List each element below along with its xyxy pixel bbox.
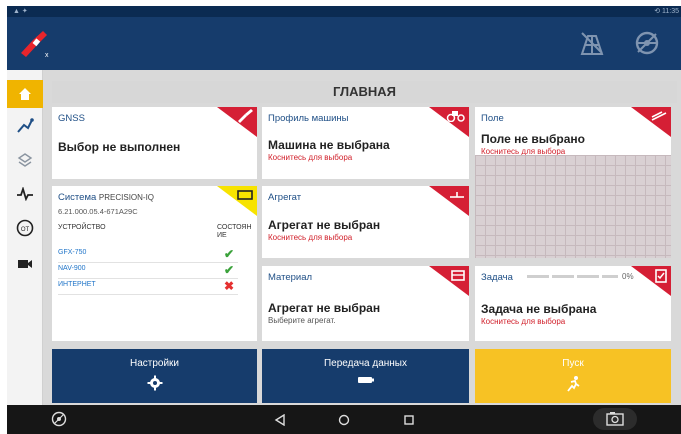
machine-status: Машина не выбрана <box>268 138 390 152</box>
system-name: PRECISION-IQ <box>98 193 155 202</box>
back-icon[interactable] <box>274 413 286 431</box>
status-left: ▲ ✦ <box>13 8 28 15</box>
page-title: ГЛАВНАЯ <box>52 81 677 103</box>
state-column-header: СОСТОЯН ИЕ <box>217 224 252 240</box>
gnss-card[interactable]: GNSS Выбор не выполнен <box>52 107 257 179</box>
svg-text:OT: OT <box>21 227 30 233</box>
implement-status: Агрегат не выбран <box>268 218 381 232</box>
usb-drive-icon <box>262 375 469 385</box>
settings-button[interactable]: Настройки <box>52 349 257 403</box>
device-row: ИНТЕРНЕТ ✖ <box>58 279 238 295</box>
field-icon[interactable] <box>579 30 605 61</box>
device-name: NAV-900 <box>58 265 86 272</box>
status-bar: ▲ ✦ ⟲ 11:35 <box>7 6 681 17</box>
device-row: GFX-750 ✔ <box>58 247 238 263</box>
run-icon <box>475 375 671 393</box>
material-header: Материал <box>268 272 313 283</box>
field-status: Поле не выбрано <box>481 132 586 146</box>
steering-wheel-icon[interactable] <box>634 30 660 61</box>
field-card[interactable]: Поле Поле не выбрано Коснитесь для выбор… <box>475 107 671 258</box>
guidance-icon[interactable] <box>7 112 43 140</box>
screenshot-camera-icon[interactable] <box>593 408 637 434</box>
material-status: Агрегат не выбран <box>268 301 381 315</box>
task-progress-segment <box>577 275 599 278</box>
device-ok-icon: ✔ <box>223 263 234 277</box>
home-icon[interactable] <box>7 80 43 108</box>
system-header: Система PRECISION-IQ <box>58 192 154 203</box>
machine-hint: Коснитесь для выбора <box>268 153 353 162</box>
task-status: Задача не выбрана <box>481 302 597 316</box>
data-transfer-button[interactable]: Передача данных <box>262 349 469 403</box>
task-hint: Коснитесь для выбора <box>481 317 566 326</box>
start-button[interactable]: Пуск <box>475 349 671 403</box>
steering-wheel-icon[interactable] <box>51 411 67 432</box>
signal-icon[interactable] <box>7 180 43 208</box>
gnss-header: GNSS <box>58 113 85 124</box>
machine-card[interactable]: Профиль машины Машина не выбрана Косните… <box>262 107 469 179</box>
system-label: Система <box>58 192 97 203</box>
status-clock: ⟲ 11:35 <box>654 8 679 15</box>
svg-text:x: x <box>45 52 49 59</box>
transfer-label: Передача данных <box>323 358 407 369</box>
state-header-line2: ИЕ <box>217 232 227 239</box>
satellite-logo-icon[interactable]: x <box>19 29 53 64</box>
task-header: Задача <box>481 272 513 283</box>
device-name: ИНТЕРНЕТ <box>58 281 96 288</box>
implement-hint: Коснитесь для выбора <box>268 233 353 242</box>
gear-icon <box>52 375 257 391</box>
task-progress-segment <box>552 275 574 278</box>
material-icon <box>450 268 466 287</box>
implement-header: Агрегат <box>268 192 302 203</box>
field-map-preview <box>475 155 671 258</box>
clipboard-icon <box>654 268 668 289</box>
layers-icon[interactable] <box>7 146 43 174</box>
camera-icon[interactable] <box>7 250 43 278</box>
task-progress-segment <box>602 275 618 278</box>
field-lines-icon <box>650 109 668 127</box>
sidebar: OT <box>7 70 43 405</box>
app-bar: x <box>7 17 681 70</box>
system-version: 6.21.000.05.4-671A29C <box>58 207 138 216</box>
tablet-screen: ▲ ✦ ⟲ 11:35 x OT ГЛАВНАЯ GNSS Выбор не в… <box>7 6 681 434</box>
system-nav-bar <box>7 405 681 434</box>
device-error-icon: ✖ <box>223 279 234 293</box>
state-header-line1: СОСТОЯН <box>217 224 252 231</box>
implement-card[interactable]: Агрегат Агрегат не выбран Коснитесь для … <box>262 186 469 258</box>
gnss-status: Выбор не выполнен <box>58 140 181 154</box>
tractor-icon <box>446 109 466 127</box>
start-label: Пуск <box>562 358 584 369</box>
recents-icon[interactable] <box>403 413 415 431</box>
settings-label: Настройки <box>129 358 180 369</box>
material-hint: Выберите агрегат. <box>268 316 336 325</box>
field-header: Поле <box>481 113 504 124</box>
device-ok-icon: ✔ <box>223 247 234 261</box>
task-progress-segment <box>527 275 549 278</box>
device-row: NAV-900 ✔ <box>58 263 238 279</box>
machine-header: Профиль машины <box>268 113 349 124</box>
material-card[interactable]: Материал Агрегат не выбран Выберите агре… <box>262 266 469 341</box>
satellite-icon <box>236 109 254 128</box>
device-column-header: УСТРОЙСТВО <box>58 224 106 231</box>
task-card[interactable]: Задача 0% Задача не выбрана Коснитесь дл… <box>475 266 671 341</box>
display-icon <box>236 188 254 206</box>
home-nav-icon[interactable] <box>338 413 350 431</box>
implement-icon <box>448 188 466 206</box>
device-name: GFX-750 <box>58 249 87 256</box>
rate-icon[interactable]: OT <box>7 214 43 242</box>
system-card[interactable]: Система PRECISION-IQ 6.21.000.05.4-671A2… <box>52 186 257 341</box>
